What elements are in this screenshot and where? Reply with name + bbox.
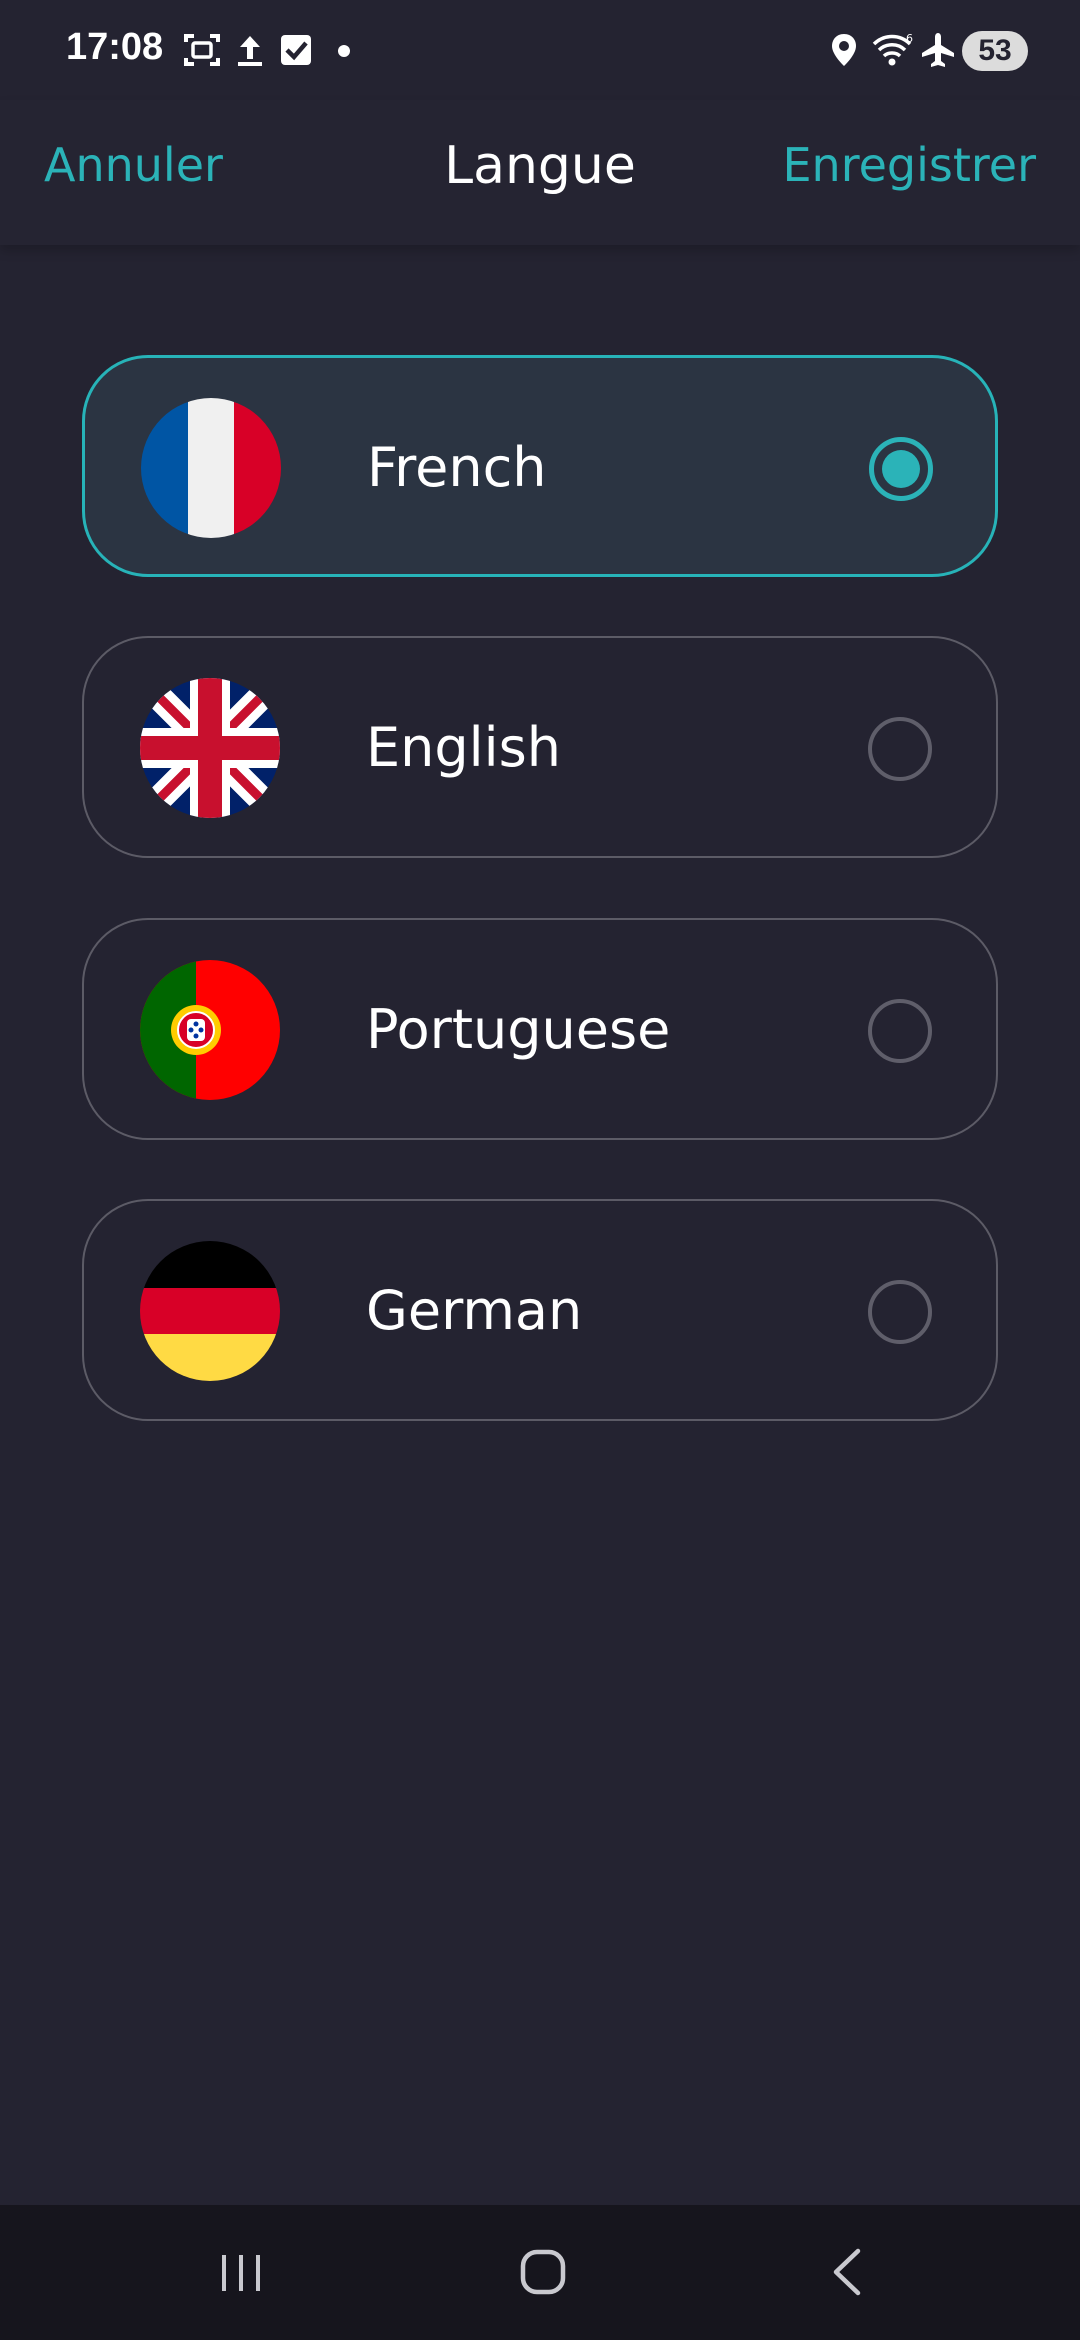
language-label: German xyxy=(366,1279,583,1342)
airplane-icon xyxy=(918,30,958,70)
recent-apps-icon[interactable] xyxy=(206,2237,276,2307)
checkbox-icon xyxy=(276,30,316,70)
language-option-portuguese[interactable]: Portuguese xyxy=(82,918,998,1140)
top-app-bar: Annuler Langue Enregistrer xyxy=(0,100,1080,245)
location-icon xyxy=(824,30,864,70)
language-label: English xyxy=(366,716,561,779)
language-option-english[interactable]: English xyxy=(82,636,998,858)
status-time: 17:08 xyxy=(66,26,164,68)
radio-unselected[interactable] xyxy=(868,1280,932,1344)
language-label: Portuguese xyxy=(366,998,671,1061)
germany-flag-icon xyxy=(140,1241,280,1381)
radio-selected[interactable] xyxy=(869,437,933,501)
radio-unselected[interactable] xyxy=(868,999,932,1063)
home-icon[interactable] xyxy=(508,2237,578,2307)
language-option-french[interactable]: French xyxy=(82,355,998,577)
language-screen: 17:08 6 53 Annuler Langue Enregistrer Fr… xyxy=(0,0,1080,2340)
portugal-flag-icon xyxy=(140,960,280,1100)
battery-icon: 53 xyxy=(962,31,1028,71)
screenshot-icon xyxy=(182,30,222,70)
status-bar: 17:08 6 53 xyxy=(0,0,1080,100)
upload-icon xyxy=(230,30,270,70)
back-icon[interactable] xyxy=(812,2237,882,2307)
dot-icon xyxy=(324,30,364,70)
language-label: French xyxy=(367,436,547,499)
radio-unselected[interactable] xyxy=(868,717,932,781)
system-navigation-bar xyxy=(0,2205,1080,2340)
uk-flag-icon xyxy=(140,678,280,818)
france-flag-icon xyxy=(141,398,281,538)
save-button[interactable]: Enregistrer xyxy=(782,138,1036,192)
wifi-icon: 6 xyxy=(870,30,918,70)
language-option-german[interactable]: German xyxy=(82,1199,998,1421)
svg-text:6: 6 xyxy=(906,32,913,45)
